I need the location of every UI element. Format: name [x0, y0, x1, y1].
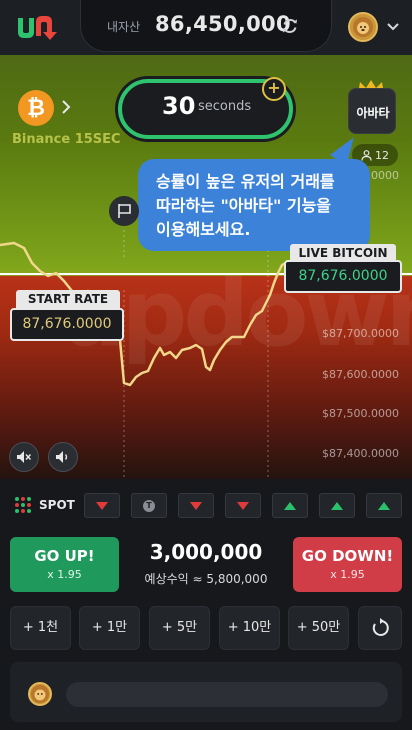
go-up-label: GO UP!	[34, 547, 95, 565]
lion-icon	[353, 17, 373, 37]
history-cell-up	[366, 493, 402, 518]
sound-button[interactable]	[48, 442, 78, 472]
tooltip-line: 따라하는 "아바타" 기능을	[156, 196, 332, 215]
go-down-multiplier: x 1.95	[330, 568, 365, 581]
price-chart: updown ₿ Binance 15SEC 30 seconds + 아바타 …	[0, 55, 412, 479]
down-arrow-icon	[96, 501, 108, 510]
chevron-right-icon[interactable]	[60, 99, 72, 115]
chevron-down-icon[interactable]	[386, 20, 400, 34]
history-cell-down	[84, 493, 120, 518]
up-arrow-icon	[378, 501, 390, 510]
chat-avatar	[28, 682, 52, 706]
live-price-value: 87,676.0000	[284, 260, 402, 293]
spot-history-row: SPOT T	[0, 479, 412, 533]
start-rate-value: 87,676.0000	[10, 308, 124, 341]
avatar-button-label: 아바타	[356, 106, 390, 120]
down-arrow-icon	[190, 501, 202, 510]
tooltip-line: 이용해보세요.	[156, 220, 251, 239]
price-axis-label: $87,700.0000	[322, 327, 399, 340]
refresh-icon[interactable]	[281, 17, 299, 35]
spot-label: SPOT	[39, 498, 75, 512]
timer-value: 30	[162, 92, 196, 120]
expected-payout: 예상수익 ≈ 5,800,000	[144, 572, 268, 586]
price-axis-label: $87,500.0000	[322, 407, 399, 420]
follower-count: 12	[375, 148, 389, 162]
down-arrow-icon	[237, 501, 249, 510]
balance-display: 내자산 86,450,000	[80, 0, 332, 52]
price-axis-label: $87,400.0000	[322, 447, 399, 460]
chip-1k-button[interactable]: + 1천	[10, 606, 71, 650]
history-cell-tie: T	[131, 493, 167, 518]
market-name: Binance 15SEC	[12, 132, 121, 147]
price-axis-label: $87,600.0000	[322, 368, 399, 381]
chip-500k-button[interactable]: + 50만	[288, 606, 349, 650]
history-cell-up	[319, 493, 355, 518]
chat-input[interactable]	[66, 682, 388, 707]
speaker-icon	[56, 451, 68, 463]
mute-button[interactable]	[9, 442, 39, 472]
history-cell-down	[178, 493, 214, 518]
flag-icon[interactable]	[109, 196, 139, 226]
timer-unit: seconds	[198, 99, 252, 114]
chat-bar	[10, 662, 402, 722]
history-cell-up	[272, 493, 308, 518]
go-up-button[interactable]: GO UP! x 1.95	[10, 537, 119, 592]
up-arrow-icon	[284, 501, 296, 510]
updown-logo-icon[interactable]	[14, 12, 58, 42]
balance-value: 86,450,000	[155, 12, 291, 36]
avatar-feature-tooltip[interactable]: 승률이 높은 유저의 거래를 따라하는 "아바타" 기능을 이용해보세요.	[138, 159, 370, 251]
speaker-mute-icon	[17, 451, 32, 463]
start-rate-label: START RATE	[16, 290, 120, 308]
bet-amount: 3,000,000	[149, 540, 263, 564]
chip-100k-button[interactable]: + 10만	[219, 606, 280, 650]
add-time-button[interactable]: +	[262, 77, 286, 101]
reset-icon	[372, 618, 389, 636]
lion-icon	[30, 684, 50, 704]
go-up-multiplier: x 1.95	[47, 568, 82, 581]
chip-50k-button[interactable]: + 5만	[149, 606, 210, 650]
avatar-feature-button[interactable]: 아바타	[348, 88, 396, 134]
chip-10k-button[interactable]: + 1만	[79, 606, 140, 650]
grid-icon[interactable]	[13, 495, 33, 515]
history-cell-down	[225, 493, 261, 518]
top-header: 내자산 86,450,000	[0, 0, 412, 55]
tie-icon: T	[143, 499, 155, 512]
up-arrow-icon	[331, 501, 343, 510]
bitcoin-icon[interactable]: ₿	[18, 90, 54, 126]
tooltip-line: 승률이 높은 유저의 거래를	[156, 172, 335, 191]
balance-label: 내자산	[107, 20, 141, 34]
reset-bet-button[interactable]	[358, 606, 402, 650]
user-avatar[interactable]	[348, 12, 378, 42]
go-down-label: GO DOWN!	[301, 547, 394, 565]
go-down-button[interactable]: GO DOWN! x 1.95	[293, 537, 402, 592]
person-icon	[361, 149, 372, 161]
